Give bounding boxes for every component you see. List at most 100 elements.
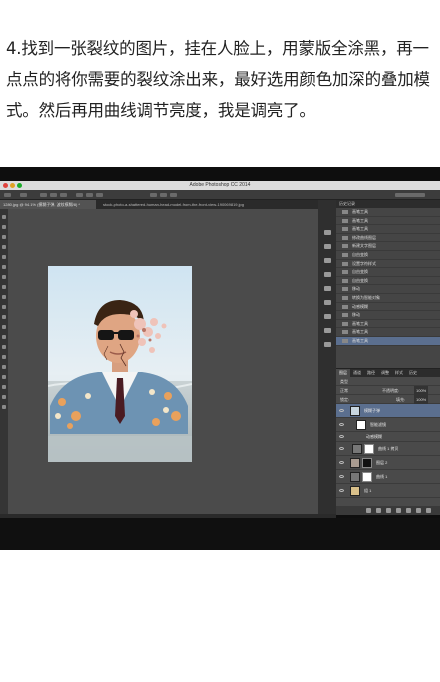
history-item[interactable]: 画笔工具 xyxy=(336,208,440,217)
brush-panel-icon[interactable] xyxy=(324,328,331,333)
shape-tool-icon[interactable] xyxy=(2,385,6,389)
new-group-icon[interactable] xyxy=(406,508,411,513)
layer-thumbnail xyxy=(350,406,360,416)
lasso-tool-icon[interactable] xyxy=(2,235,6,239)
history-item[interactable]: 转换为智能对象 xyxy=(336,294,440,303)
blend-mode-select[interactable]: 正常 xyxy=(340,388,348,393)
layer-name: 模糊子弹 xyxy=(364,408,380,413)
properties-panel-icon[interactable] xyxy=(324,342,331,347)
info-panel-icon[interactable] xyxy=(324,258,331,263)
hand-tool-icon[interactable] xyxy=(2,395,6,399)
new-layer-icon[interactable] xyxy=(416,508,421,513)
layer-name: 曲线 1 拷贝 xyxy=(378,446,399,451)
history-brush-icon[interactable] xyxy=(2,305,6,309)
type-tool-icon[interactable] xyxy=(2,365,6,369)
layer-row[interactable]: 曲线 1 拷贝 xyxy=(336,442,440,456)
layer-style-icon[interactable] xyxy=(376,508,381,513)
history-item[interactable]: 画笔工具 xyxy=(336,328,440,337)
magic-wand-icon[interactable] xyxy=(2,245,6,249)
stamp-tool-icon[interactable] xyxy=(2,295,6,299)
gradient-icon[interactable] xyxy=(2,325,6,329)
brush-tool-icon[interactable] xyxy=(2,285,6,289)
history-item[interactable]: 画笔工具 xyxy=(336,217,440,226)
tool-preset-icon[interactable] xyxy=(4,193,11,197)
align-center-icon[interactable] xyxy=(50,193,57,197)
close-window-icon[interactable] xyxy=(3,183,8,188)
layer-row[interactable]: 智能滤镜 xyxy=(336,418,440,432)
history-item[interactable]: 画笔工具 xyxy=(336,225,440,234)
layer-row[interactable]: 组 1 xyxy=(336,484,440,498)
path-select-icon[interactable] xyxy=(2,375,6,379)
history-item[interactable]: 移动 xyxy=(336,311,440,320)
article-paragraph: 4.找到一张裂纹的图片，挂在人脸上，用蒙版全涂黑，再一点点的将你需要的裂纹涂出来… xyxy=(6,39,430,120)
tab-paths[interactable]: 路径 xyxy=(364,369,378,377)
align-left-icon[interactable] xyxy=(40,193,47,197)
move-tool-icon[interactable] xyxy=(2,215,6,219)
layer-name: 图层 2 xyxy=(376,460,388,465)
trash-icon[interactable] xyxy=(426,508,431,513)
history-item[interactable]: 动感模糊 xyxy=(336,303,440,312)
history-panel-icon[interactable] xyxy=(324,230,331,235)
layer-kind-filter[interactable]: 类型 xyxy=(340,379,348,384)
adjustment-layer-icon[interactable] xyxy=(396,508,401,513)
healing-brush-icon[interactable] xyxy=(2,275,6,279)
fill-field[interactable]: 100% xyxy=(414,395,429,404)
workspace-switcher[interactable] xyxy=(395,193,425,197)
dodge-tool-icon[interactable] xyxy=(2,345,6,349)
history-item[interactable]: 新建文字图层 xyxy=(336,242,440,251)
history-item[interactable]: 设置字符样式 xyxy=(336,260,440,269)
add-mask-icon[interactable] xyxy=(386,508,391,513)
transform-checkbox-icon[interactable] xyxy=(20,193,27,197)
eraser-icon[interactable] xyxy=(2,315,6,319)
layer-row[interactable]: 图层 2 xyxy=(336,456,440,470)
color-panel-icon[interactable] xyxy=(324,272,331,277)
3d-mode-icon[interactable] xyxy=(170,193,177,197)
minimize-window-icon[interactable] xyxy=(10,183,15,188)
history-item[interactable]: 移动 xyxy=(336,285,440,294)
visibility-eye-icon[interactable] xyxy=(339,489,344,492)
filter-mask-thumbnail xyxy=(356,420,366,430)
align-right-icon[interactable] xyxy=(60,193,67,197)
history-item[interactable]: 修改曲线图层 xyxy=(336,234,440,243)
visibility-eye-icon[interactable] xyxy=(339,409,344,412)
tab-document-2[interactable]: stock-photo-a-shattered-human-head-model… xyxy=(100,200,314,209)
link-layers-icon[interactable] xyxy=(366,508,371,513)
blur-tool-icon[interactable] xyxy=(2,335,6,339)
swatches-panel-icon[interactable] xyxy=(324,286,331,291)
visibility-eye-icon[interactable] xyxy=(339,447,344,450)
paragraph-panel-icon[interactable] xyxy=(324,314,331,319)
tab-document-1[interactable]: 1280.jpg @ 94.1% (模糊子弹, 波纹模糊/8) * xyxy=(0,200,96,209)
actions-panel-icon[interactable] xyxy=(324,244,331,249)
3d-mode-icon[interactable] xyxy=(150,193,157,197)
visibility-eye-icon[interactable] xyxy=(339,423,344,426)
tab-history[interactable]: 历史 xyxy=(406,369,420,377)
character-panel-icon[interactable] xyxy=(324,300,331,305)
3d-mode-icon[interactable] xyxy=(160,193,167,197)
zoom-window-icon[interactable] xyxy=(17,183,22,188)
tab-styles[interactable]: 样式 xyxy=(392,369,406,377)
eyedropper-icon[interactable] xyxy=(2,265,6,269)
canvas-area[interactable] xyxy=(8,209,318,514)
visibility-eye-icon[interactable] xyxy=(339,461,344,464)
distribute-icon[interactable] xyxy=(86,193,93,197)
layer-row[interactable]: 曲线 1 xyxy=(336,470,440,484)
visibility-eye-icon[interactable] xyxy=(339,435,344,438)
tab-adjustments[interactable]: 调整 xyxy=(378,369,392,377)
history-item-selected[interactable]: 画笔工具 xyxy=(336,336,440,346)
distribute-icon[interactable] xyxy=(76,193,83,197)
tab-layers[interactable]: 图层 xyxy=(336,369,350,377)
layer-row[interactable]: 动感模糊 xyxy=(336,432,440,442)
history-item[interactable]: 自由变换 xyxy=(336,251,440,260)
pen-tool-icon[interactable] xyxy=(2,355,6,359)
layer-row[interactable]: 模糊子弹 xyxy=(336,404,440,418)
history-item[interactable]: 自由变换 xyxy=(336,277,440,286)
opacity-field[interactable]: 100% xyxy=(414,386,429,395)
visibility-eye-icon[interactable] xyxy=(339,475,344,478)
zoom-tool-icon[interactable] xyxy=(2,405,6,409)
distribute-icon[interactable] xyxy=(96,193,103,197)
history-item[interactable]: 自由变换 xyxy=(336,268,440,277)
tab-channels[interactable]: 通道 xyxy=(350,369,364,377)
marquee-tool-icon[interactable] xyxy=(2,225,6,229)
history-item[interactable]: 画笔工具 xyxy=(336,320,440,329)
crop-tool-icon[interactable] xyxy=(2,255,6,259)
